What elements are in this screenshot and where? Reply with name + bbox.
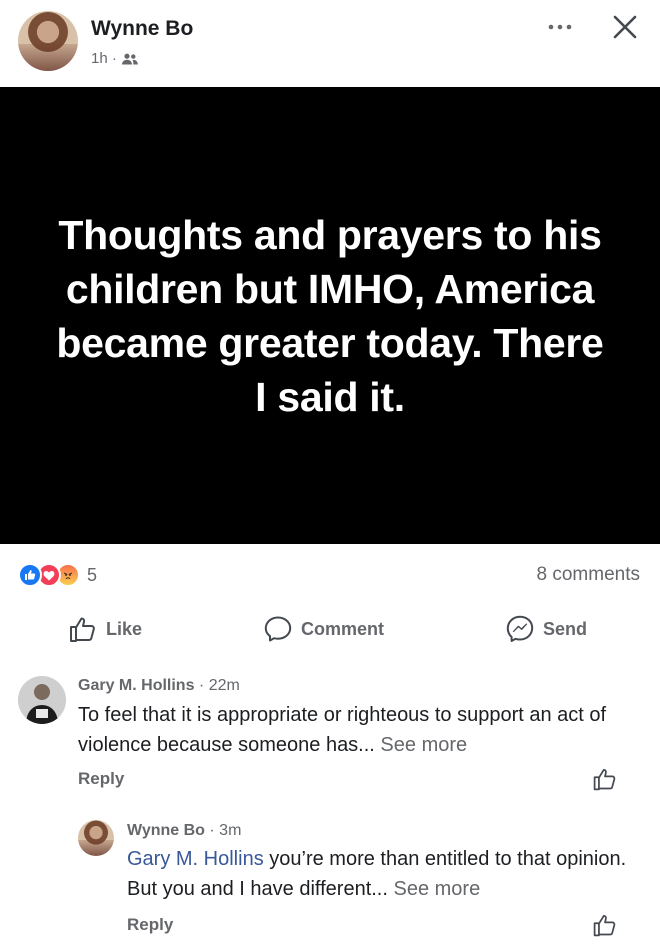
thumbs-up-icon[interactable] [592,766,618,797]
reply-button[interactable]: Reply [78,769,124,789]
author-name[interactable]: Wynne Bo [91,17,193,41]
reply-text: Gary M. Hollins you’re more than entitle… [127,844,637,904]
see-more-link[interactable]: See more [380,734,467,756]
comment-text: To feel that it is appropriate or righte… [78,700,638,760]
reply-time: · 3m [209,822,242,839]
reactions-count: 5 [87,564,98,585]
reply-header: Wynne Bo · 3m [127,822,241,840]
mention-link[interactable]: Gary M. Hollins [127,848,264,870]
see-more-link[interactable]: See more [393,878,480,900]
post-time: 1h · [91,50,117,67]
send-label: Send [543,618,588,639]
author-avatar[interactable] [18,11,78,71]
reply-button[interactable]: Reply [127,915,173,935]
post-image-text: Thoughts and prayers to his children but… [56,211,604,420]
like-reaction-icon [18,563,42,587]
messenger-icon [506,615,534,642]
reactions-summary[interactable]: 5 [18,563,97,587]
comment-button[interactable]: Comment [263,614,384,644]
comment-body: To feel that it is appropriate or righte… [78,704,607,756]
close-icon[interactable] [611,13,639,46]
post-meta: 1h · [91,50,138,67]
more-horizontal-icon[interactable] [546,20,574,39]
speech-bubble-icon [264,616,292,642]
commenter-avatar[interactable] [18,676,66,724]
send-button[interactable]: Send [505,614,587,644]
comment-header: Gary M. Hollins · 22m [78,677,240,695]
like-label: Like [106,618,143,639]
thumbs-up-icon [70,617,95,642]
comment-author[interactable]: Gary M. Hollins [78,677,194,694]
thumbs-up-icon[interactable] [592,912,618,943]
reply-author[interactable]: Wynne Bo [127,822,205,839]
post-image[interactable]: Thoughts and prayers to his children but… [0,87,660,544]
friends-icon [121,53,138,65]
comment-time: · 22m [198,677,240,694]
reply-author-avatar[interactable] [78,820,114,856]
like-button[interactable]: Like [68,614,142,644]
comments-count[interactable]: 8 comments [537,564,640,586]
comment-label: Comment [301,618,385,639]
